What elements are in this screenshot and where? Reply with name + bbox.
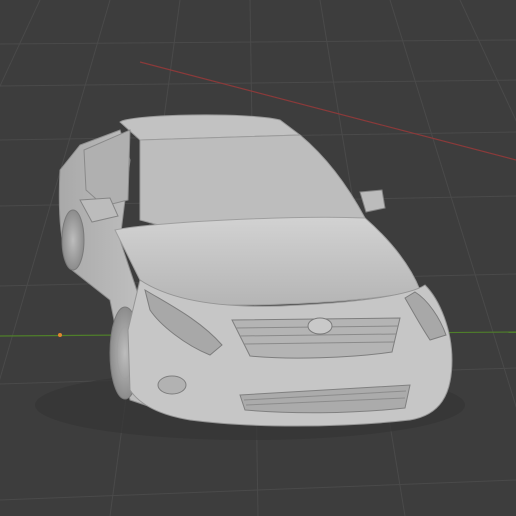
brand-emblem [307, 317, 333, 335]
origin-marker [58, 333, 62, 337]
viewport-canvas[interactable] [0, 0, 516, 516]
car-model[interactable] [35, 114, 465, 440]
fog-light [157, 375, 187, 395]
rear-wheel [61, 209, 85, 271]
mirror-right [359, 189, 386, 213]
3d-viewport[interactable] [0, 0, 516, 516]
windshield [139, 134, 366, 229]
